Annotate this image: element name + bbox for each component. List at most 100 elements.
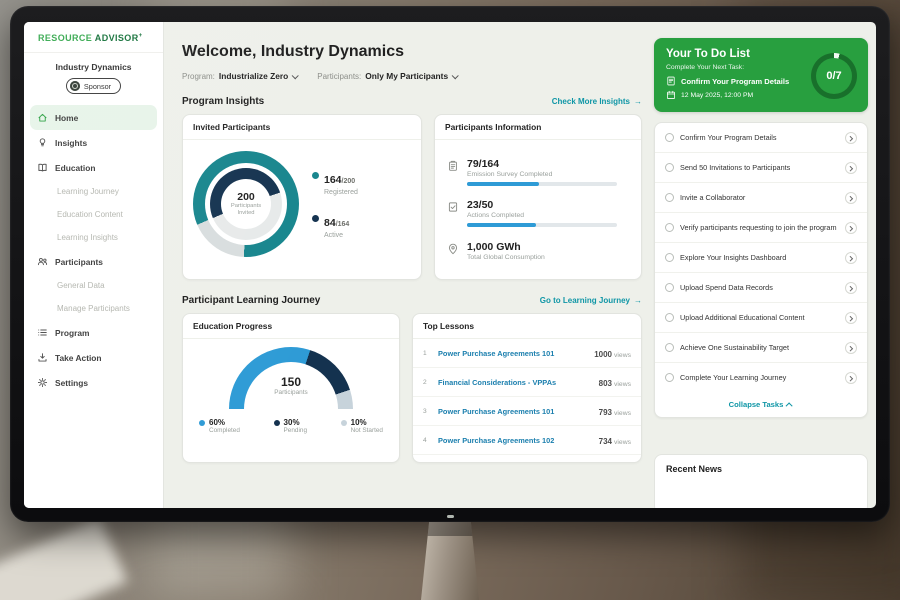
sidebar-nav: Home Insights Education Learning Journey… [24, 105, 163, 395]
sidebar-item-education-content[interactable]: Education Content [24, 203, 163, 226]
sidebar-item-label: Participants [55, 257, 103, 267]
lesson-row[interactable]: 2 Financial Considerations - VPPAs 803vi… [413, 368, 641, 397]
check-more-insights-link[interactable]: Check More Insights → [552, 97, 642, 106]
donut-center-label: Participants Invited [226, 203, 266, 217]
views-word: views [614, 439, 631, 446]
lesson-row[interactable]: 5 Power Purchase Agreements 103 600views [413, 455, 641, 463]
lesson-title-link[interactable]: Power Purchase Agreements 101 [438, 407, 592, 416]
lesson-title-link[interactable]: Power Purchase Agreements 101 [438, 349, 587, 358]
participants-select[interactable]: Participants: Only My Participants [317, 71, 457, 81]
task-row[interactable]: Verify participants requesting to join t… [655, 213, 867, 243]
sidebar-item-manage-participants[interactable]: Manage Participants [24, 297, 163, 320]
consumption-pin-icon [447, 243, 459, 255]
task-checkbox[interactable] [665, 283, 674, 292]
chevron-right-icon[interactable] [845, 372, 857, 384]
education-legend: 60%Completed 30%Pending 10%Not Started [183, 418, 399, 434]
lesson-views: 793 [599, 408, 612, 417]
sponsor-badge-label: Sponsor [84, 82, 111, 91]
sponsor-icon [70, 81, 80, 91]
dashboard-screen: RESOURCE ADVISOR+ Industry Dynamics Spon… [24, 22, 876, 508]
task-checkbox[interactable] [665, 193, 674, 202]
task-label: Upload Additional Educational Content [680, 313, 839, 322]
task-checkbox[interactable] [665, 133, 674, 142]
go-to-learning-journey-link[interactable]: Go to Learning Journey → [540, 296, 642, 305]
sidebar-item-take-action[interactable]: Take Action [24, 345, 163, 370]
sidebar-item-learning-journey[interactable]: Learning Journey [24, 180, 163, 203]
lesson-row[interactable]: 4 Power Purchase Agreements 102 734views [413, 426, 641, 455]
task-checkbox[interactable] [665, 253, 674, 262]
task-row[interactable]: Upload Additional Educational Content [655, 303, 867, 333]
task-row[interactable]: Send 50 Invitations to Participants [655, 153, 867, 183]
sidebar-item-learning-insights[interactable]: Learning Insights [24, 226, 163, 249]
task-row[interactable]: Achieve One Sustainability Target [655, 333, 867, 363]
task-label: Upload Spend Data Records [680, 283, 839, 292]
task-row[interactable]: Confirm Your Program Details [655, 123, 867, 153]
chevron-right-icon[interactable] [845, 282, 857, 294]
donut-center: 200 Participants Invited [221, 179, 271, 229]
sidebar-item-home[interactable]: Home [30, 105, 157, 130]
task-checkbox[interactable] [665, 163, 674, 172]
lesson-rank: 2 [423, 379, 431, 386]
legend-label: Not Started [351, 427, 383, 434]
legend-pct: 60% [209, 418, 240, 427]
lesson-row[interactable]: 3 Power Purchase Agreements 101 793views [413, 397, 641, 426]
program-select[interactable]: Program: Industrialize Zero [182, 71, 297, 81]
sidebar-item-label: Learning Journey [57, 187, 119, 196]
sidebar-item-label: Education Content [57, 210, 123, 219]
chevron-down-icon [292, 72, 299, 79]
gauge-center-label: Participants [229, 389, 353, 396]
legend-item-not-started: 10%Not Started [341, 418, 383, 434]
task-checkbox[interactable] [665, 373, 674, 382]
task-row[interactable]: Invite a Collaborator [655, 183, 867, 213]
sponsor-badge[interactable]: Sponsor [66, 78, 121, 94]
task-label: Send 50 Invitations to Participants [680, 163, 839, 172]
lesson-row[interactable]: 1 Power Purchase Agreements 101 1000view… [413, 339, 641, 368]
task-checkbox[interactable] [665, 343, 674, 352]
sidebar-item-label: Education [55, 163, 95, 173]
education-icon [37, 162, 48, 173]
sidebar: RESOURCE ADVISOR+ Industry Dynamics Spon… [24, 22, 164, 508]
sidebar-item-label: Home [55, 113, 78, 123]
power-led-icon [447, 515, 454, 518]
legend-item-completed: 60%Completed [199, 418, 240, 434]
education-gauge: 150 Participants [229, 347, 353, 409]
chevron-right-icon[interactable] [845, 342, 857, 354]
chevron-right-icon[interactable] [845, 162, 857, 174]
lesson-title-link[interactable]: Financial Considerations - VPPAs [438, 378, 592, 387]
lesson-title-link[interactable]: Power Purchase Agreements 102 [438, 436, 592, 445]
legend-suffix: /164 [336, 221, 350, 228]
home-icon [37, 112, 48, 123]
sidebar-item-settings[interactable]: Settings [24, 370, 163, 395]
chevron-right-icon[interactable] [845, 192, 857, 204]
sidebar-item-program[interactable]: Program [24, 320, 163, 345]
info-value: 23/50 [467, 199, 629, 211]
task-row[interactable]: Upload Spend Data Records [655, 273, 867, 303]
task-row[interactable]: Complete Your Learning Journey [655, 363, 867, 392]
legend-item-pending: 30%Pending [274, 418, 307, 434]
recent-news-title: Recent News [666, 464, 856, 474]
sidebar-item-general-data[interactable]: General Data [24, 274, 163, 297]
task-checkbox[interactable] [665, 223, 674, 232]
task-label: Confirm Your Program Details [680, 133, 839, 142]
card-title: Participants Information [435, 115, 641, 140]
legend-label: Completed [209, 427, 240, 434]
sidebar-item-education[interactable]: Education [24, 155, 163, 180]
collapse-tasks-link[interactable]: Collapse Tasks [655, 392, 867, 417]
legend-item-registered: 164/200 Registered [312, 170, 358, 196]
task-row[interactable]: Explore Your Insights Dashboard [655, 243, 867, 273]
sidebar-item-participants[interactable]: Participants [24, 249, 163, 274]
program-icon [37, 327, 48, 338]
chevron-right-icon[interactable] [845, 312, 857, 324]
legend-dot-blue [199, 420, 205, 426]
learning-journey-header: Participant Learning Journey Go to Learn… [182, 295, 642, 306]
task-checkbox[interactable] [665, 313, 674, 322]
sidebar-item-insights[interactable]: Insights [24, 130, 163, 155]
participants-information-card: Participants Information 79/164 Emission… [434, 114, 642, 280]
chevron-right-icon[interactable] [845, 132, 857, 144]
task-label: Achieve One Sustainability Target [680, 343, 839, 352]
legend-dot-teal [312, 172, 319, 179]
legend-label: Active [324, 232, 349, 239]
chevron-right-icon[interactable] [845, 252, 857, 264]
chevron-right-icon[interactable] [845, 222, 857, 234]
task-label: Verify participants requesting to join t… [680, 223, 839, 232]
